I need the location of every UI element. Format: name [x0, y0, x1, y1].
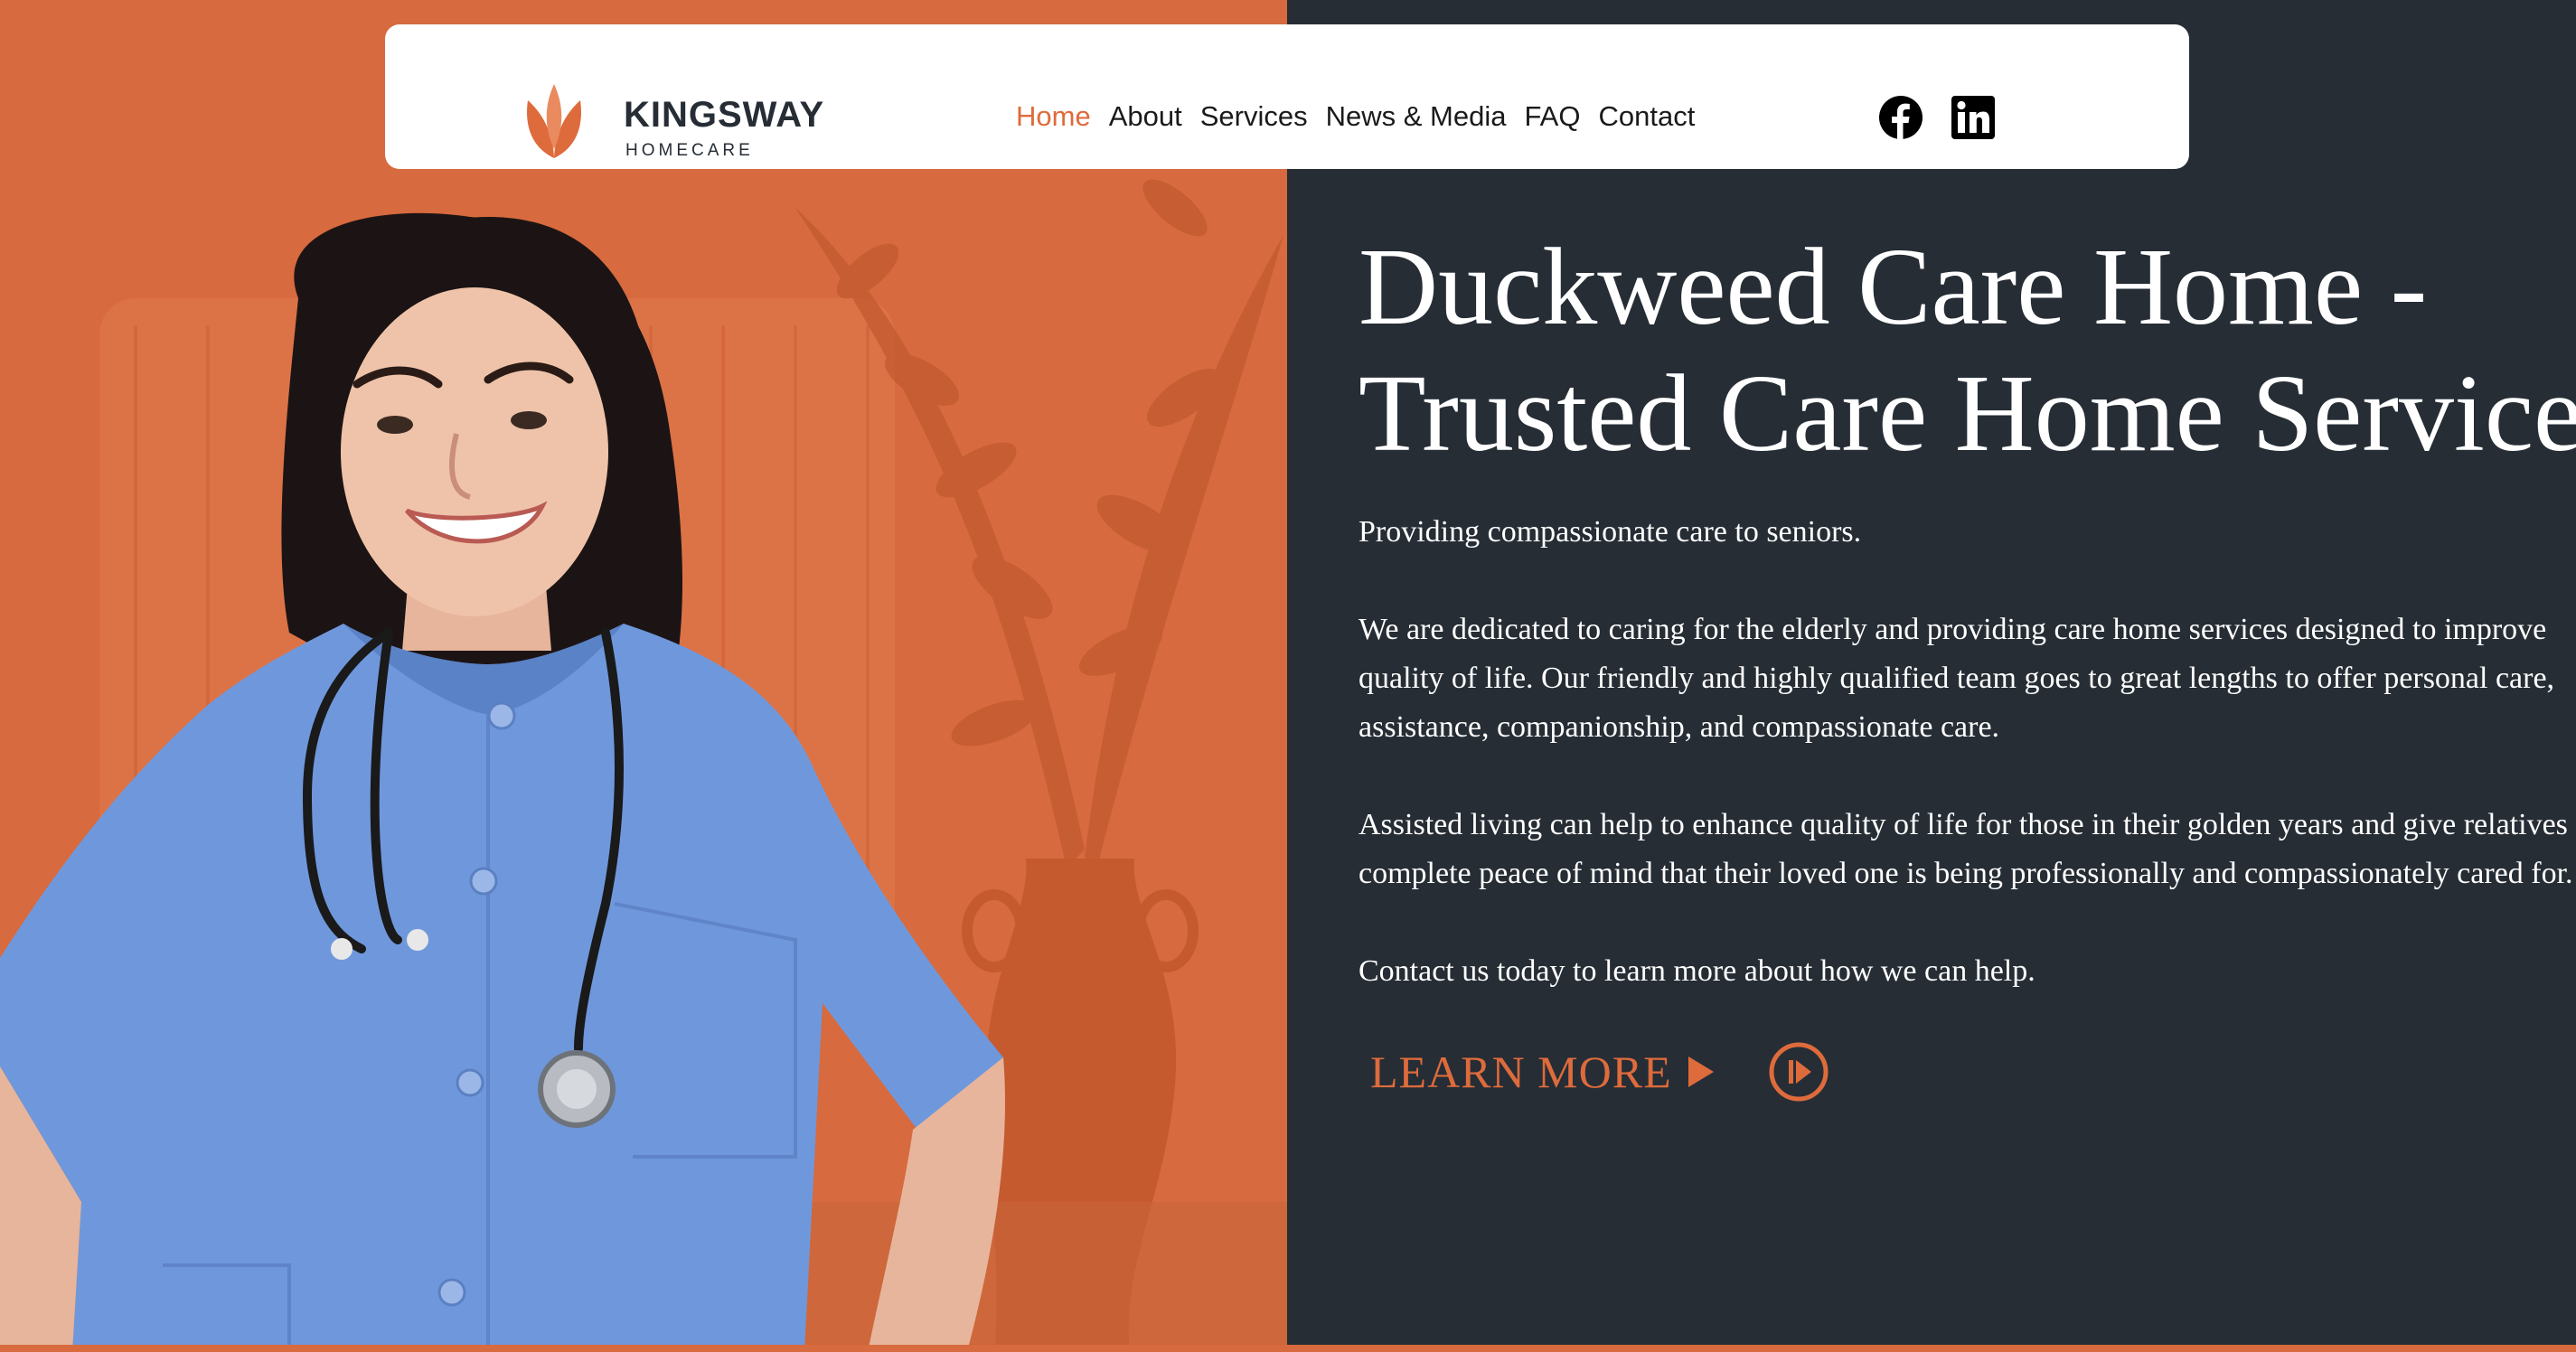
- leaf-logo-icon: [527, 84, 581, 158]
- hero-image: [0, 179, 1287, 1352]
- site-header: KINGSWAY HOMECARE Home About Services Ne…: [385, 24, 2189, 169]
- nav-home[interactable]: Home: [1016, 100, 1091, 133]
- cta-text: Contact us today to learn more about how…: [1359, 954, 2035, 988]
- paragraph-1-line: quality of life. Our friendly and highly…: [1359, 662, 2555, 695]
- title-line-2: Trusted Care Home Services: [1359, 352, 2576, 474]
- description-paragraph-2: Assisted living can help to enhance qual…: [1359, 801, 2573, 898]
- vase-handle-left: [962, 889, 1027, 972]
- brand-name: KINGSWAY: [624, 95, 825, 135]
- hero-image-panel: [0, 0, 1287, 1352]
- eye-right: [511, 411, 547, 429]
- table-shape: [777, 1202, 1287, 1352]
- learn-more-label: LEARN MORE: [1370, 1047, 1672, 1097]
- eye-left: [377, 416, 413, 434]
- brand-subtitle: HOMECARE: [625, 141, 754, 160]
- paragraph-1-line: We are dedicated to caring for the elder…: [1359, 613, 2547, 646]
- face: [341, 287, 608, 616]
- intro-text: Providing compassionate care to seniors.: [1359, 515, 1862, 549]
- nav-faq[interactable]: FAQ: [1524, 100, 1580, 133]
- page-title: Duckweed Care Home - Trusted Care Home S…: [1359, 224, 2576, 477]
- nav-services[interactable]: Services: [1200, 100, 1308, 133]
- nav-contact[interactable]: Contact: [1598, 100, 1695, 133]
- learn-more-button[interactable]: LEARN MORE: [1370, 1039, 1714, 1104]
- bottom-accent-strip: [0, 1345, 2576, 1352]
- social-links: [1878, 95, 1996, 140]
- title-line-1: Duckweed Care Home -: [1359, 226, 2428, 348]
- nav-news-media[interactable]: News & Media: [1326, 100, 1507, 133]
- paragraph-2-line: complete peace of mind that their loved …: [1359, 857, 2573, 890]
- facebook-icon[interactable]: [1878, 95, 1923, 140]
- description-paragraph-1: We are dedicated to caring for the elder…: [1359, 606, 2554, 752]
- linkedin-icon[interactable]: [1951, 95, 1996, 140]
- nav-about[interactable]: About: [1109, 100, 1182, 133]
- brand-logo[interactable]: KINGSWAY HOMECARE: [522, 59, 956, 160]
- triangle-right-icon: [1688, 1056, 1714, 1087]
- main-nav: Home About Services News & Media FAQ Con…: [1016, 100, 1695, 133]
- play-circle-icon[interactable]: [1768, 1041, 1829, 1103]
- paragraph-1-line: assistance, companionship, and compassio…: [1359, 710, 2000, 744]
- paragraph-2-line: Assisted living can help to enhance qual…: [1359, 808, 2568, 841]
